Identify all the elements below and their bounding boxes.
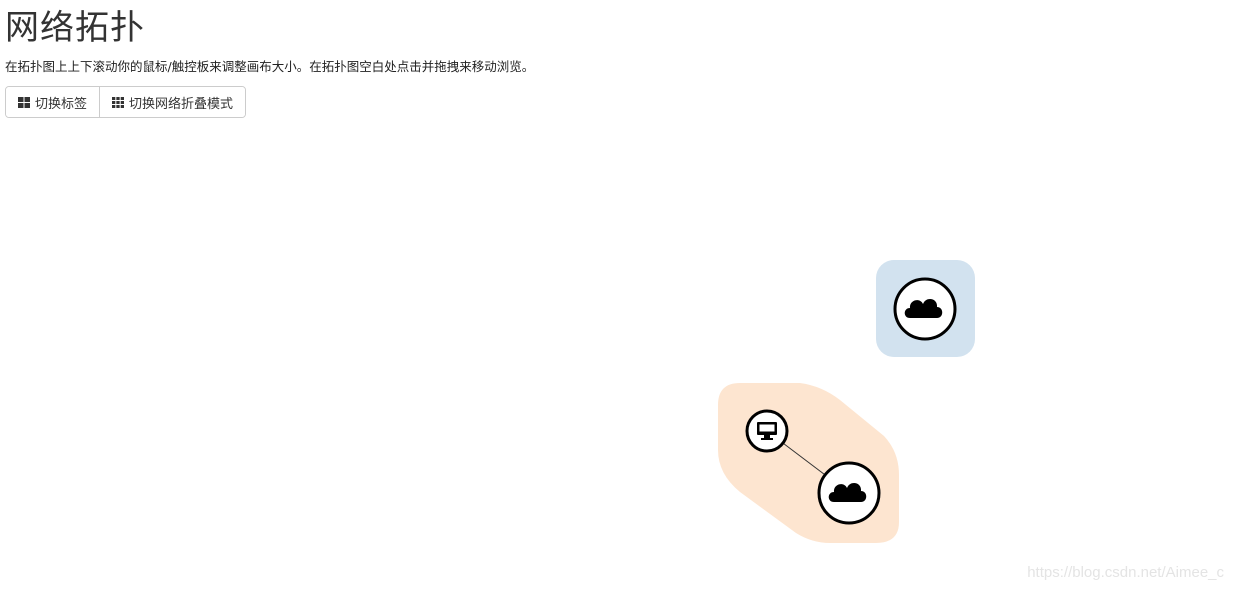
cloud-node-2[interactable]: [817, 461, 881, 525]
toggle-network-collapse-label: 切换网络折叠模式: [129, 96, 234, 112]
cloud-node-1[interactable]: [893, 277, 957, 341]
network-topology-page: 网络拓扑 在拓扑图上上下滚动你的鼠标/触控板来调整画布大小。在拓扑图空白处点击并…: [0, 0, 1233, 589]
th-large-icon: [18, 96, 30, 108]
toggle-network-collapse-button[interactable]: 切换网络折叠模式: [99, 87, 246, 117]
topology-toolbar: 切换标签 切换网络折叠模式: [5, 86, 247, 118]
monitor-node[interactable]: [745, 409, 789, 453]
page-title: 网络拓扑: [5, 8, 145, 48]
page-description: 在拓扑图上上下滚动你的鼠标/触控板来调整画布大小。在拓扑图空白处点击并拖拽来移动…: [5, 59, 535, 74]
th-icon: [112, 96, 125, 108]
topology-canvas[interactable]: [0, 130, 1233, 589]
watermark: https://blog.csdn.net/Aimee_c: [1027, 564, 1224, 581]
toggle-labels-label: 切换标签: [35, 96, 88, 112]
toggle-labels-button[interactable]: 切换标签: [6, 87, 100, 117]
